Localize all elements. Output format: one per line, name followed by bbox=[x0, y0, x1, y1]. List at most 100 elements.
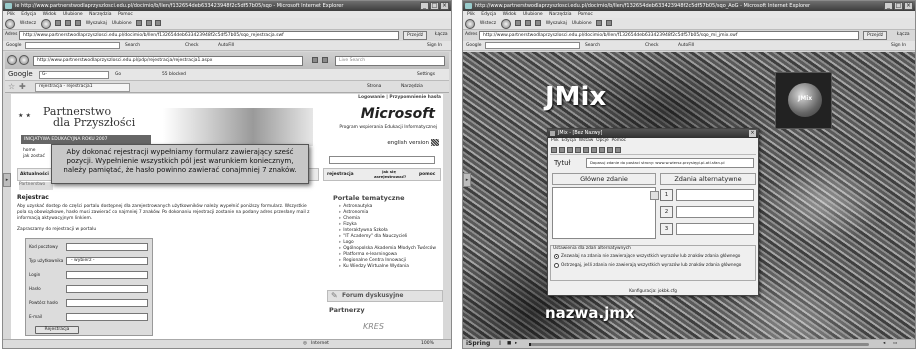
inner-stop-icon[interactable] bbox=[322, 57, 328, 63]
open-file-icon[interactable] bbox=[559, 147, 565, 153]
history-icon[interactable] bbox=[595, 20, 602, 26]
check-button[interactable]: Check bbox=[185, 43, 199, 49]
back-arrow-icon[interactable] bbox=[5, 19, 15, 29]
mail-icon[interactable] bbox=[145, 20, 152, 26]
menu-view[interactable]: Widok bbox=[503, 12, 517, 17]
inner-google-input[interactable]: G- bbox=[39, 71, 109, 79]
english-version-link[interactable]: english version bbox=[387, 140, 429, 146]
menu-file[interactable]: Plik bbox=[467, 12, 475, 17]
help-icon[interactable] bbox=[615, 147, 621, 153]
prev-slide-arrow-icon[interactable]: ▸ bbox=[463, 173, 471, 187]
email-input[interactable] bbox=[66, 313, 148, 321]
print-icon[interactable] bbox=[155, 20, 162, 26]
search-web-button[interactable]: Search bbox=[125, 43, 140, 49]
register-button[interactable]: rejestracja bbox=[327, 172, 354, 178]
tab-partnership[interactable]: Partnerstwo bbox=[19, 182, 53, 190]
minimize-button[interactable]: _ bbox=[884, 2, 893, 10]
browser-tab[interactable]: rejestracja - rejestracja1 bbox=[35, 83, 130, 92]
main-sentence-textarea[interactable] bbox=[552, 187, 656, 239]
search-button[interactable]: Wyszukaj bbox=[546, 20, 567, 27]
maximize-button[interactable]: □ bbox=[894, 2, 903, 10]
add-sentence-button[interactable] bbox=[650, 191, 659, 200]
forum-banner[interactable]: Forum dyskusyjne bbox=[327, 290, 443, 302]
menu-edit[interactable]: Edycja bbox=[481, 12, 496, 17]
autofill-button[interactable]: AutoFill bbox=[678, 43, 694, 49]
jmix-menu-options[interactable]: Opcje bbox=[596, 138, 609, 143]
stop-icon[interactable] bbox=[514, 20, 521, 26]
copy-icon[interactable] bbox=[599, 147, 605, 153]
next-button-icon[interactable]: ▸ bbox=[515, 340, 517, 348]
menu-tools[interactable]: Narzędzia bbox=[549, 12, 571, 17]
right-address-bar[interactable]: http://www.partnerstwodlaprzyszlosci.edu… bbox=[479, 31, 859, 40]
menu-favorites[interactable]: Ulubione bbox=[523, 12, 543, 17]
fullscreen-icon[interactable]: ▭ bbox=[893, 340, 897, 348]
site-search-input[interactable] bbox=[329, 156, 435, 164]
links-label[interactable]: Łącza bbox=[897, 32, 910, 38]
minimize-button[interactable]: _ bbox=[420, 2, 429, 10]
maximize-button[interactable]: □ bbox=[430, 2, 439, 10]
forward-arrow-icon[interactable] bbox=[501, 19, 512, 29]
history-icon[interactable] bbox=[135, 20, 142, 26]
home-icon[interactable] bbox=[534, 20, 541, 26]
settings-button[interactable]: Settings bbox=[417, 72, 435, 78]
register-submit-button[interactable]: Rejestracja bbox=[35, 326, 79, 334]
left-outer-address-bar[interactable]: http://www.partnerstwodlaprzyszlosci.edu… bbox=[19, 31, 399, 40]
google-search-input[interactable] bbox=[25, 42, 120, 49]
new-file-icon[interactable] bbox=[551, 147, 557, 153]
howto-button[interactable]: jak się zarejestrować? bbox=[374, 169, 406, 179]
jmix-menu-file[interactable]: Plik bbox=[551, 138, 559, 143]
jmix-close-button[interactable]: × bbox=[749, 130, 756, 137]
web-export-icon[interactable] bbox=[575, 147, 581, 153]
prev-slide-arrow-icon[interactable]: ▸ bbox=[3, 173, 11, 187]
title-input[interactable]: Dopasuj zdanie do postaci strony: www.w.… bbox=[586, 158, 754, 168]
sign-in-link[interactable]: Sign In bbox=[891, 43, 906, 49]
login-links[interactable]: Logowanie | Przypomnienie hasła bbox=[358, 95, 441, 101]
refresh-icon[interactable] bbox=[524, 20, 531, 26]
menu-favorites[interactable]: Ulubione bbox=[63, 12, 83, 17]
back-button[interactable]: Wstecz bbox=[20, 20, 36, 27]
alt-sentence-1-input[interactable] bbox=[676, 189, 754, 201]
zoom-level[interactable]: 100% bbox=[421, 340, 434, 348]
menu-view[interactable]: Widok bbox=[43, 12, 57, 17]
search-web-button[interactable]: Search bbox=[585, 43, 600, 49]
inner-go-button[interactable]: Go bbox=[115, 72, 121, 78]
mail-icon[interactable] bbox=[605, 20, 612, 26]
playback-progress-track[interactable] bbox=[529, 343, 869, 346]
jmix-menu-insert[interactable]: Wstaw bbox=[579, 138, 594, 143]
volume-icon[interactable]: ◂ bbox=[883, 340, 885, 348]
cut-icon[interactable] bbox=[591, 147, 597, 153]
tools-menu[interactable]: Narzędzia bbox=[401, 84, 423, 90]
help-button[interactable]: pomoc bbox=[419, 172, 435, 178]
login-input[interactable] bbox=[66, 271, 148, 279]
menu-help[interactable]: Pomoc bbox=[118, 12, 133, 17]
back-arrow-icon[interactable] bbox=[465, 19, 475, 29]
repeat-password-input[interactable] bbox=[66, 299, 148, 307]
stop-button-icon[interactable]: ■ bbox=[507, 340, 511, 348]
jmix-menu-help[interactable]: Pomoc bbox=[612, 138, 627, 143]
home-icon[interactable] bbox=[74, 20, 81, 26]
links-label[interactable]: Łącza bbox=[435, 32, 448, 38]
inner-back-icon[interactable] bbox=[7, 55, 17, 65]
menu-edit[interactable]: Edycja bbox=[21, 12, 36, 17]
user-type-select[interactable]: - wybierz - bbox=[66, 257, 148, 265]
live-search-input[interactable]: Live Search bbox=[335, 56, 445, 66]
refresh-icon[interactable] bbox=[64, 20, 71, 26]
partner-logo[interactable]: KRES bbox=[363, 322, 413, 331]
postal-code-input[interactable] bbox=[66, 243, 148, 251]
stop-icon[interactable] bbox=[54, 20, 61, 26]
back-button[interactable]: Wstecz bbox=[480, 20, 496, 27]
config-icon[interactable] bbox=[583, 147, 589, 153]
menu-help[interactable]: Pomoc bbox=[578, 12, 593, 17]
check-button[interactable]: Check bbox=[645, 43, 659, 49]
forward-arrow-icon[interactable] bbox=[41, 19, 52, 29]
radio-allow[interactable] bbox=[554, 254, 559, 259]
radio-warn[interactable] bbox=[554, 263, 559, 268]
menu-file[interactable]: Plik bbox=[7, 12, 15, 17]
alt-sentence-3-input[interactable] bbox=[676, 223, 754, 235]
popup-blocked[interactable]: 55 blocked bbox=[162, 72, 186, 78]
favorites-button[interactable]: Ulubione bbox=[112, 20, 132, 27]
sign-in-link[interactable]: Sign In bbox=[427, 43, 442, 49]
jmix-menu-edit[interactable]: Edycja bbox=[561, 138, 575, 143]
tab-news[interactable]: Aktualności bbox=[20, 172, 49, 178]
go-button[interactable]: Przejdź bbox=[863, 31, 888, 40]
